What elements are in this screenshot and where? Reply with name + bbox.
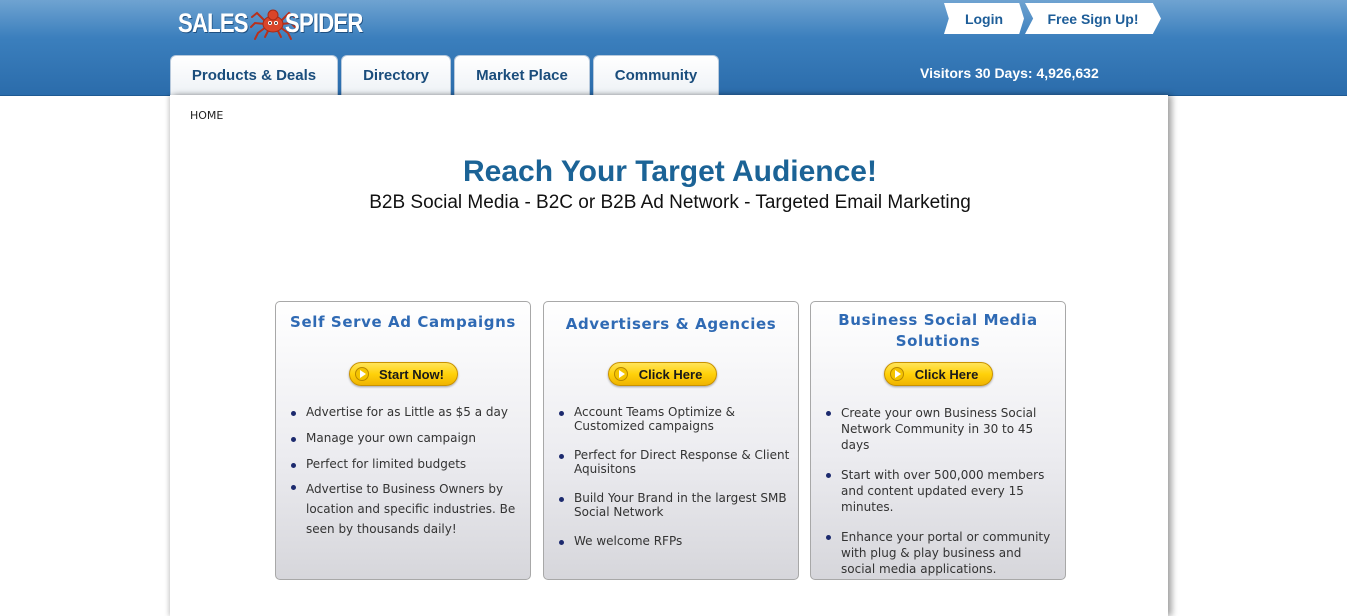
play-arrow-icon bbox=[890, 367, 904, 381]
page-subheadline: B2B Social Media - B2C or B2B Ad Network… bbox=[369, 192, 971, 213]
list-item: Account Teams Optimize & Customized camp… bbox=[556, 405, 792, 433]
list-item: Start with over 500,000 members and cont… bbox=[823, 467, 1059, 515]
login-button[interactable]: Login bbox=[944, 3, 1024, 34]
list-item: Manage your own campaign bbox=[288, 431, 524, 445]
logo-text-left: SALES bbox=[178, 7, 249, 38]
site-header: SALES SPIDER Login Free Sign Up! Product… bbox=[0, 0, 1347, 96]
list-item: Advertise to Business Owners by location… bbox=[288, 479, 524, 539]
breadcrumb[interactable]: HOME bbox=[190, 109, 223, 122]
logo-text-right: SPIDER bbox=[285, 7, 363, 38]
feature-list: Create your own Business Social Network … bbox=[823, 405, 1059, 577]
card-title: Advertisers & Agencies bbox=[565, 315, 777, 333]
card-self-serve: Self Serve Ad Campaigns Start Now! Adver… bbox=[275, 301, 531, 580]
visitors-counter: Visitors 30 Days: 4,926,632 bbox=[920, 65, 1099, 81]
button-label: Click Here bbox=[638, 367, 703, 382]
list-item: Advertise for as Little as $5 a day bbox=[288, 405, 524, 419]
list-item: Enhance your portal or community with pl… bbox=[823, 529, 1059, 577]
tab-directory[interactable]: Directory bbox=[341, 55, 451, 95]
list-item: Create your own Business Social Network … bbox=[823, 405, 1059, 453]
page-headline: Reach Your Target Audience! bbox=[463, 155, 877, 188]
card-advertisers-agencies: Advertisers & Agencies Click Here Accoun… bbox=[543, 301, 799, 580]
click-here-button[interactable]: Click Here bbox=[884, 362, 993, 386]
feature-list: Account Teams Optimize & Customized camp… bbox=[556, 405, 792, 548]
list-item: We welcome RFPs bbox=[556, 534, 792, 548]
feature-list: Advertise for as Little as $5 a day Mana… bbox=[288, 405, 524, 539]
play-arrow-icon bbox=[355, 367, 369, 381]
card-title: Business Social Media Solutions bbox=[838, 311, 1038, 350]
sales-spider-logo[interactable]: SALES SPIDER bbox=[178, 5, 380, 41]
tab-community[interactable]: Community bbox=[593, 55, 719, 95]
list-item: Perfect for limited budgets bbox=[288, 457, 524, 471]
free-signup-button[interactable]: Free Sign Up! bbox=[1025, 3, 1161, 34]
main-content: HOME Reach Your Target Audience! B2B Soc… bbox=[170, 95, 1168, 616]
click-here-button[interactable]: Click Here bbox=[608, 362, 717, 386]
play-arrow-icon bbox=[614, 367, 628, 381]
tab-products-deals[interactable]: Products & Deals bbox=[170, 55, 338, 95]
card-title: Self Serve Ad Campaigns bbox=[290, 313, 516, 331]
list-item: Build Your Brand in the largest SMB Soci… bbox=[556, 491, 792, 519]
card-business-social-media: Business Social Media Solutions Click He… bbox=[810, 301, 1066, 580]
tab-market-place[interactable]: Market Place bbox=[454, 55, 590, 95]
button-label: Click Here bbox=[914, 367, 979, 382]
start-now-button[interactable]: Start Now! bbox=[349, 362, 458, 386]
button-label: Start Now! bbox=[379, 367, 444, 382]
list-item: Perfect for Direct Response & Client Aqu… bbox=[556, 448, 792, 476]
